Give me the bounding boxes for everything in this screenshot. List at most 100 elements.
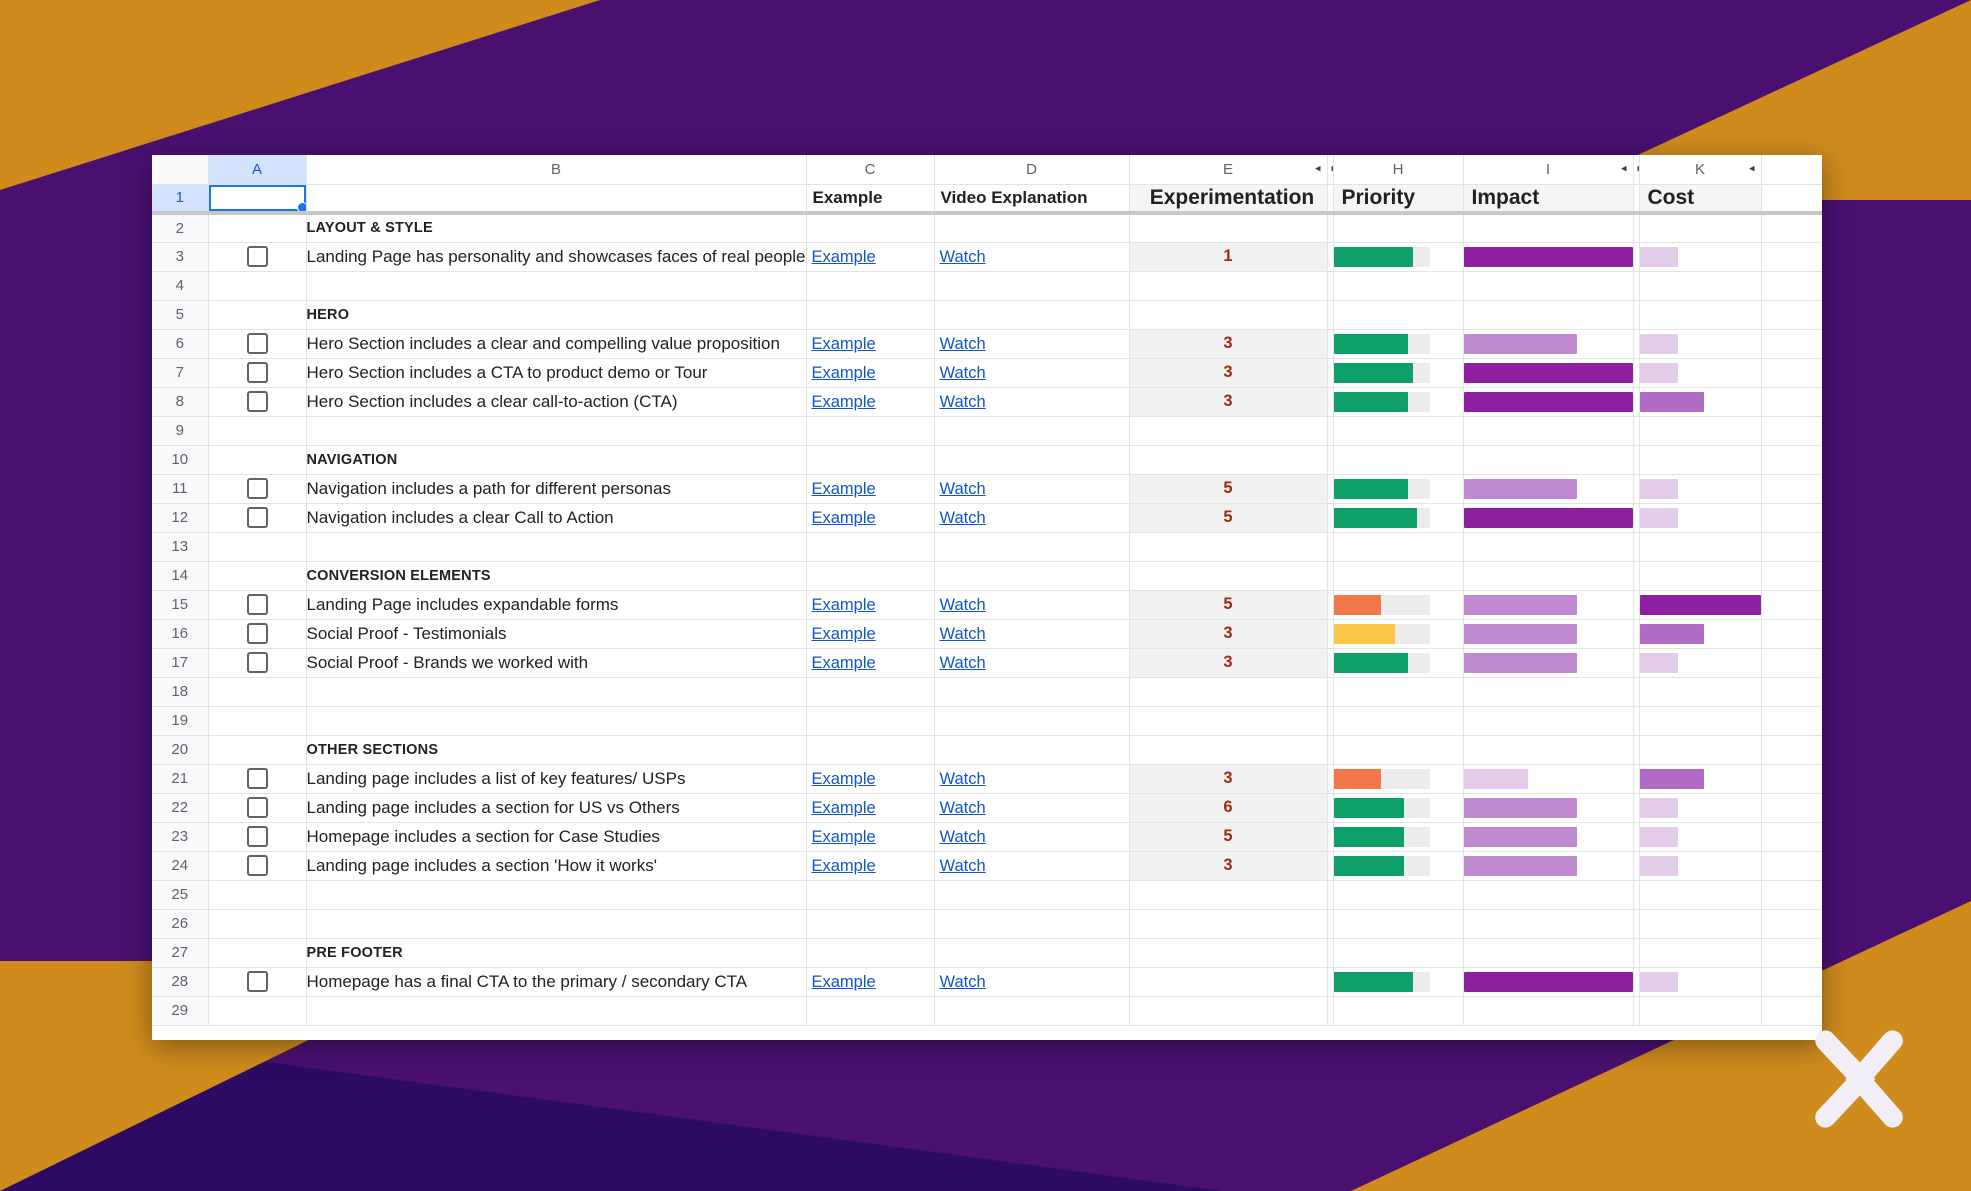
watch-link[interactable]: Watch (935, 480, 986, 498)
cell-cost-bar[interactable] (1639, 242, 1762, 272)
cell-experimentation-score[interactable]: 5 (1129, 590, 1328, 620)
cell-experimentation-score[interactable]: 6 (1129, 793, 1328, 823)
cell-cost-bar[interactable] (1639, 909, 1762, 939)
cell-priority-bar[interactable] (1333, 909, 1464, 939)
row-number[interactable]: 10 (152, 445, 209, 475)
cell-example-link[interactable]: Example (806, 822, 935, 852)
select-all-corner[interactable] (152, 155, 209, 185)
cell-priority-bar[interactable] (1333, 851, 1464, 881)
cell-impact-bar[interactable] (1463, 909, 1634, 939)
example-link[interactable]: Example (807, 857, 876, 875)
watch-link[interactable]: Watch (935, 335, 986, 353)
row-number[interactable]: 23 (152, 822, 209, 852)
cell-impact-bar[interactable] (1463, 619, 1634, 649)
column-header-e[interactable]: E ◂ (1129, 155, 1328, 185)
row-number[interactable]: 5 (152, 300, 209, 330)
watch-link[interactable]: Watch (935, 393, 986, 411)
hidden-columns-left-arrow-k[interactable]: ◂ (1749, 163, 1755, 175)
cell-priority-bar[interactable] (1333, 619, 1464, 649)
column-header-h[interactable]: H (1333, 155, 1464, 185)
cell-cost-bar[interactable] (1639, 880, 1762, 910)
spreadsheet-window[interactable]: A B C D E ◂ ▸ H I ◂ ▸ (152, 155, 1822, 1040)
cell-checkbox[interactable] (208, 967, 307, 997)
cell-impact-bar[interactable] (1463, 474, 1634, 504)
cell-priority-bar[interactable] (1333, 764, 1464, 794)
cell-priority-bar[interactable] (1333, 445, 1464, 475)
cell-impact-bar[interactable] (1463, 561, 1634, 591)
cell-impact-bar[interactable] (1463, 996, 1634, 1026)
cell-watch-link[interactable]: Watch (934, 242, 1130, 272)
row-number[interactable]: 24 (152, 851, 209, 881)
cell-checkbox[interactable] (208, 590, 307, 620)
example-link[interactable]: Example (807, 625, 876, 643)
cell-checkbox[interactable] (208, 764, 307, 794)
row-number[interactable]: 2 (152, 213, 209, 243)
header-cell-priority[interactable]: Priority (1333, 184, 1464, 215)
row-checkbox[interactable] (246, 333, 268, 354)
row-checkbox[interactable] (246, 246, 268, 267)
row-number[interactable]: 3 (152, 242, 209, 272)
example-link[interactable]: Example (807, 799, 876, 817)
checklist-item-text[interactable]: Social Proof - Brands we worked with (306, 648, 807, 678)
cell-impact-bar[interactable] (1463, 445, 1634, 475)
cell-impact-bar[interactable] (1463, 677, 1634, 707)
cell-priority-bar[interactable] (1333, 271, 1464, 301)
checklist-item-text[interactable]: Hero Section includes a clear call-to-ac… (306, 387, 807, 417)
cell-cost-bar[interactable] (1639, 851, 1762, 881)
cell-priority-bar[interactable] (1333, 358, 1464, 388)
cell-watch-link[interactable]: Watch (934, 619, 1130, 649)
section-heading[interactable]: CONVERSION ELEMENTS (306, 561, 807, 591)
hidden-columns-left-arrow-i[interactable]: ◂ (1621, 163, 1627, 175)
row-checkbox[interactable] (246, 768, 268, 789)
header-cell-cost[interactable]: Cost (1639, 184, 1762, 215)
cell-experimentation-score[interactable] (1129, 677, 1328, 707)
cell-impact-bar[interactable] (1463, 503, 1634, 533)
watch-link[interactable]: Watch (935, 625, 986, 643)
cell-experimentation-score[interactable] (1129, 909, 1328, 939)
section-heading[interactable]: LAYOUT & STYLE (306, 213, 807, 243)
cell-cost-bar[interactable] (1639, 590, 1762, 620)
example-link[interactable]: Example (807, 248, 876, 266)
row-number[interactable]: 22 (152, 793, 209, 823)
checklist-item-text[interactable] (306, 416, 807, 446)
cell-cost-bar[interactable] (1639, 503, 1762, 533)
example-link[interactable]: Example (807, 393, 876, 411)
row-number[interactable]: 9 (152, 416, 209, 446)
cell-cost-bar[interactable] (1639, 416, 1762, 446)
cell-cost-bar[interactable] (1639, 358, 1762, 388)
watch-link[interactable]: Watch (935, 596, 986, 614)
checklist-item-text[interactable]: Landing page includes a section 'How it … (306, 851, 807, 881)
cell-checkbox[interactable] (208, 619, 307, 649)
cell-example-link[interactable]: Example (806, 358, 935, 388)
row-checkbox[interactable] (246, 478, 268, 499)
section-heading[interactable]: NAVIGATION (306, 445, 807, 475)
cell-experimentation-score[interactable]: 3 (1129, 358, 1328, 388)
cell-impact-bar[interactable] (1463, 938, 1634, 968)
cell-impact-bar[interactable] (1463, 967, 1634, 997)
row-number[interactable]: 27 (152, 938, 209, 968)
row-checkbox[interactable] (246, 855, 268, 876)
watch-link[interactable]: Watch (935, 828, 986, 846)
cell-watch-link[interactable]: Watch (934, 358, 1130, 388)
row-number[interactable]: 6 (152, 329, 209, 359)
row-number[interactable]: 15 (152, 590, 209, 620)
checklist-item-text[interactable]: Hero Section includes a CTA to product d… (306, 358, 807, 388)
checklist-item-text[interactable]: Social Proof - Testimonials (306, 619, 807, 649)
cell-priority-bar[interactable] (1333, 793, 1464, 823)
cell-example-link[interactable]: Example (806, 619, 935, 649)
cell-cost-bar[interactable] (1639, 996, 1762, 1026)
cell-cost-bar[interactable] (1639, 474, 1762, 504)
cell-priority-bar[interactable] (1333, 706, 1464, 736)
cell-cost-bar[interactable] (1639, 213, 1762, 243)
cell-priority-bar[interactable] (1333, 213, 1464, 243)
cell-checkbox[interactable] (208, 822, 307, 852)
cell-cost-bar[interactable] (1639, 735, 1762, 765)
cell-impact-bar[interactable] (1463, 387, 1634, 417)
cell-priority-bar[interactable] (1333, 503, 1464, 533)
row-checkbox[interactable] (246, 971, 268, 992)
row-number[interactable]: 29 (152, 996, 209, 1026)
watch-link[interactable]: Watch (935, 857, 986, 875)
cell-priority-bar[interactable] (1333, 387, 1464, 417)
cell-watch-link[interactable]: Watch (934, 474, 1130, 504)
cell-impact-bar[interactable] (1463, 242, 1634, 272)
